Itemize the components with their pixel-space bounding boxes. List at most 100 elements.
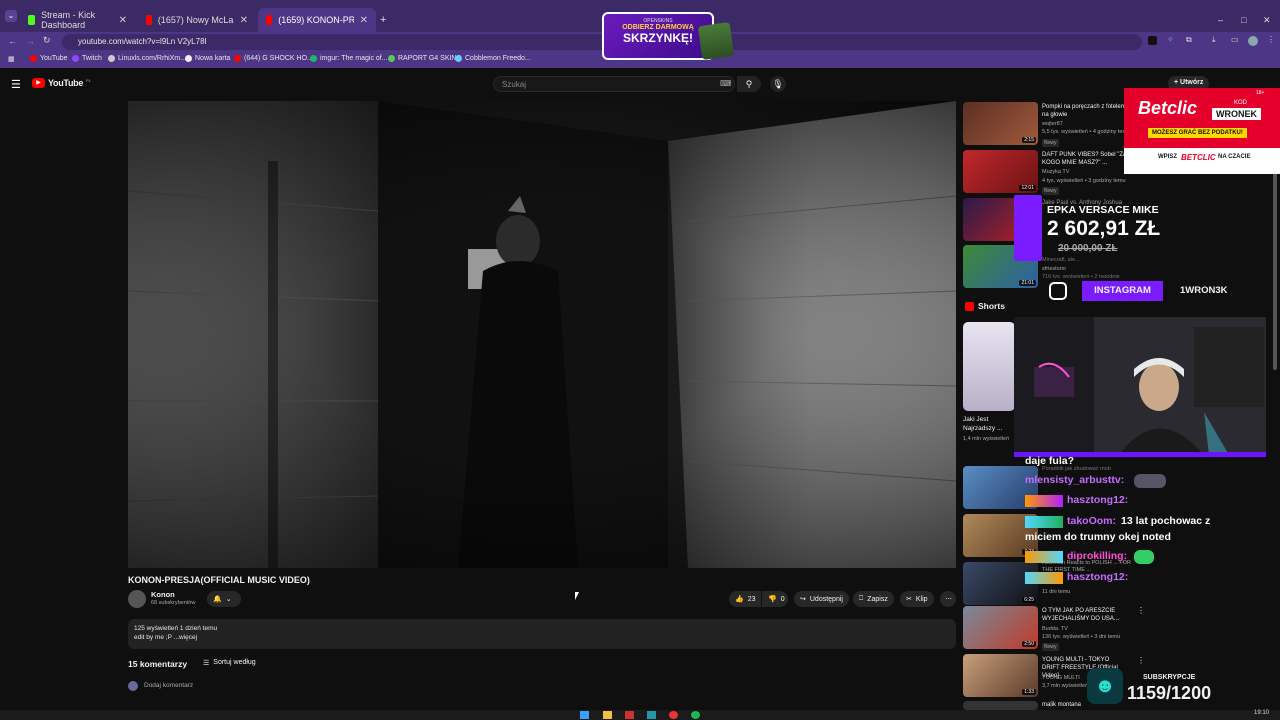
notification-bell-button[interactable]: 🔔 ⌄	[207, 591, 241, 607]
search-icon: ⚲	[745, 79, 753, 89]
tab-kick[interactable]: Stream - Kick Dashboard ✕	[20, 8, 135, 32]
bookmark-raport[interactable]: RAPORT G4 SKINS	[388, 55, 461, 62]
short-title[interactable]: Jaki Jest Najrzadszy ...	[963, 415, 1013, 433]
bookmark-imgur[interactable]: imgur: The magic of...	[310, 55, 388, 62]
menu-icon[interactable]: ⋮	[1267, 35, 1275, 44]
description-text: edit by me ;P ...więcej	[134, 634, 198, 641]
stake-old-value: 20 000,00 ZŁ	[1058, 243, 1118, 254]
bookmark-gshock[interactable]: (644) G SHOCK HO...	[234, 55, 313, 62]
subscriber-count: 68 subskrybentów	[151, 600, 196, 606]
youtube-icon	[146, 15, 152, 25]
start-icon[interactable]	[580, 711, 589, 719]
tab-search-icon[interactable]: ⌄	[5, 10, 17, 22]
chrome-icon[interactable]	[669, 711, 678, 719]
related-thumbnail[interactable]: 1:33	[963, 654, 1038, 697]
related-channel: sfriestorio	[1042, 266, 1066, 272]
instagram-bar: INSTAGRAM 1WRON3K	[1040, 278, 1266, 304]
share-button[interactable]: ↪ Udostępnij	[794, 591, 849, 607]
related-thumbnail[interactable]: 2:15	[963, 102, 1038, 145]
bookmark-cobblemon[interactable]: Cobblemon Freedo...	[455, 55, 531, 62]
extension-icon[interactable]	[1148, 36, 1157, 45]
app-icon[interactable]	[625, 711, 634, 719]
related-title[interactable]: Pompki na poręczach z fotelem na głowie	[1042, 103, 1127, 119]
create-label: Utwórz	[1180, 79, 1204, 86]
shorts-icon	[965, 302, 974, 311]
video-player[interactable]	[128, 101, 956, 568]
stake-value: 2 602,91 ZŁ	[1047, 217, 1161, 240]
webcam-image	[1014, 317, 1266, 455]
bookmark-youtube[interactable]: YouTube	[30, 55, 68, 62]
search-button[interactable]: ⚲	[737, 76, 761, 92]
folder-icon[interactable]	[603, 711, 612, 719]
like-button[interactable]: 👍 23	[729, 591, 761, 607]
related-stats: 4 tys. wyświetleń • 3 godziny temu	[1042, 178, 1126, 184]
voice-search-button[interactable]: 🎙	[770, 76, 786, 92]
more-icon[interactable]: ⋮	[1137, 656, 1145, 665]
minimize-button[interactable]: –	[1218, 15, 1223, 25]
tab-mclaren[interactable]: (1657) Nowy McLaren 720s do... ✕	[138, 8, 256, 32]
thumbs-down-icon: 👎	[768, 596, 777, 603]
download-icon[interactable]: ⤓	[1212, 35, 1216, 45]
bookmark-label: Cobblemon Freedo...	[465, 55, 531, 62]
bookmark-new-tab[interactable]: Nowa karta	[185, 55, 230, 62]
reload-icon[interactable]: ↻	[43, 35, 51, 46]
betclic-logo: Betclic	[1138, 98, 1198, 118]
bookmark-twitch[interactable]: Twitch	[72, 55, 102, 62]
chat-message-text: daje fula?	[1025, 455, 1075, 467]
sort-comments-button[interactable]: ☰ Sortuj według	[203, 659, 256, 667]
search-input[interactable]: Szukaj	[493, 76, 735, 92]
puzzle-icon[interactable]: ⧉	[1186, 35, 1192, 45]
windows-taskbar: 19:10	[0, 710, 1280, 720]
sidebar-icon[interactable]: ▭	[1231, 35, 1239, 44]
bookmark-link[interactable]: Linuxls.com/RrhiXm...	[108, 55, 186, 62]
video-frame	[128, 101, 956, 568]
more-icon[interactable]: ⋮	[1137, 606, 1145, 615]
instagram-handle: 1WRON3K	[1180, 285, 1228, 296]
maximize-button[interactable]: □	[1241, 15, 1246, 25]
emote-image	[1134, 474, 1166, 488]
related-title[interactable]: Minecraft, ale...	[1042, 257, 1132, 264]
emote-image	[1134, 550, 1154, 564]
profile-avatar[interactable]	[1248, 36, 1258, 46]
openskins-promo-banner[interactable]: OPENSKINS ODBIERZ DARMOWĄ SKRZYNKĘ!	[602, 12, 714, 60]
dislike-count: 0	[780, 595, 785, 603]
chat-message-text: miciem do trumny okej noted	[1025, 531, 1171, 543]
related-title[interactable]: O TYM JAK PO ARESZCIE WYJECHALIŚMY DO US…	[1042, 607, 1127, 623]
add-comment-input[interactable]: Dodaj komentarz	[144, 682, 193, 689]
tab-title: Stream - Kick Dashboard	[41, 10, 96, 30]
related-title[interactable]: DAFT PUNK VIBES? Sobel "Za KOGO MNIE MAS…	[1042, 151, 1127, 167]
related-thumbnail[interactable]: 12:01	[963, 150, 1038, 193]
close-tab-icon[interactable]: ✕	[360, 15, 368, 26]
related-title[interactable]: Poradnik jak zbudować mob	[1042, 466, 1132, 473]
new-tab-button[interactable]: +	[380, 14, 386, 26]
keyboard-icon[interactable]: ⌨	[720, 79, 732, 88]
logo-region: PL	[86, 78, 91, 83]
bookmark-label: Twitch	[82, 55, 102, 62]
tab-konon[interactable]: (1659) KONON-PRESJA(OF... ✕	[258, 8, 376, 32]
save-button[interactable]: ⎕ Zapisz	[853, 591, 894, 607]
close-tab-icon[interactable]: ✕	[119, 15, 127, 26]
promo-line2: SKRZYNKĘ!	[622, 31, 693, 45]
short-thumbnail[interactable]	[963, 322, 1015, 411]
spotify-icon[interactable]	[691, 711, 700, 719]
channel-avatar[interactable]	[128, 590, 146, 608]
promo-line1: ODBIERZ DARMOWĄ	[622, 24, 694, 31]
back-icon[interactable]: ←	[8, 36, 17, 46]
forward-icon[interactable]: →	[26, 36, 35, 46]
description-box[interactable]: 125 wyświetleń 1 dzień temu edit by me ;…	[128, 619, 956, 649]
more-actions-button[interactable]: ⋯	[940, 591, 956, 607]
hamburger-menu-icon[interactable]: ☰	[11, 78, 21, 91]
betclic-tagline: MOŻESZ GRAĆ BEZ PODATKU!	[1148, 128, 1247, 138]
apps-icon[interactable]: ▦	[8, 55, 15, 63]
dislike-button[interactable]: 👎 0	[762, 591, 788, 607]
channel-name[interactable]: Konon	[151, 590, 175, 599]
extension-icon[interactable]: ✧	[1167, 35, 1174, 44]
related-thumbnail[interactable]	[963, 701, 1038, 710]
close-tab-icon[interactable]: ✕	[240, 15, 248, 26]
youtube-logo[interactable]: ▶ YouTube PL	[32, 78, 91, 88]
close-window-button[interactable]: ✕	[1263, 15, 1271, 26]
app-icon[interactable]	[647, 711, 656, 719]
related-thumbnail[interactable]: 2:50	[963, 606, 1038, 649]
user-avatar	[128, 681, 138, 691]
clip-button[interactable]: ✂ Klip	[900, 591, 934, 607]
